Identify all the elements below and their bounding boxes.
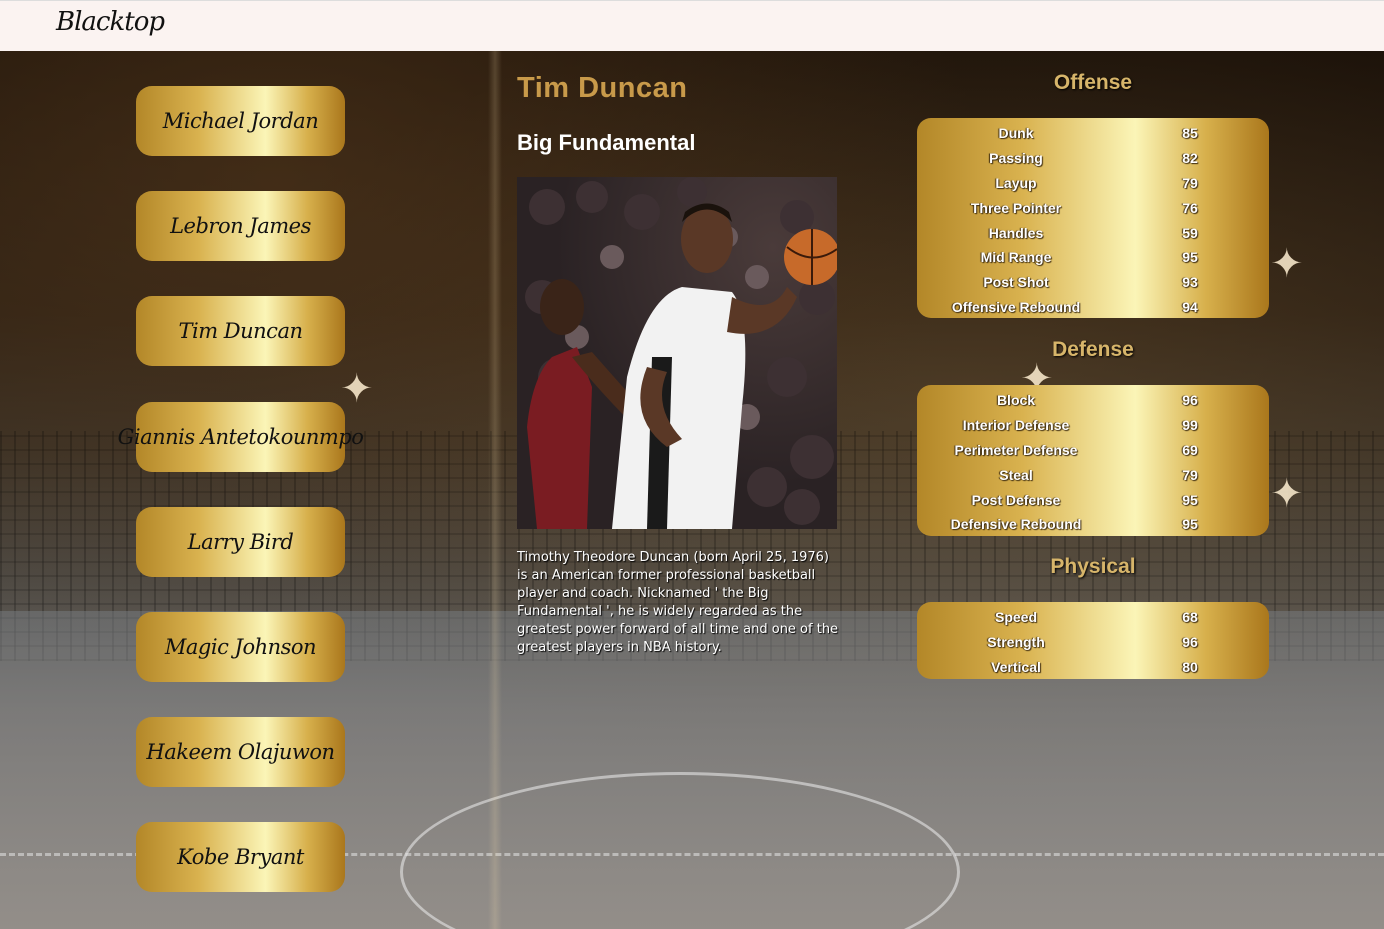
stat-row: Offensive Rebound 94 xyxy=(917,296,1269,321)
stat-row: Strength 96 xyxy=(917,631,1269,656)
player-button-giannis-antetokounmpo[interactable]: Giannis Antetokounmpo xyxy=(118,402,364,472)
player-photo xyxy=(517,177,837,529)
player-photo-illustration xyxy=(525,177,837,529)
stat-row: Defensive Rebound 95 xyxy=(917,513,1269,538)
stat-value: 96 xyxy=(1182,392,1198,408)
stat-name: Layup xyxy=(995,174,1037,191)
stat-row: Mid Range 95 xyxy=(917,246,1269,271)
stat-name: Strength xyxy=(987,633,1045,650)
stat-row: Steal 79 xyxy=(917,464,1269,489)
player-button-michael-jordan[interactable]: Michael Jordan xyxy=(136,86,345,156)
stat-row: Three Pointer 76 xyxy=(917,197,1269,222)
stat-value: 82 xyxy=(1182,149,1198,166)
stat-value: 96 xyxy=(1182,633,1198,650)
stat-row: Block 96 xyxy=(917,389,1269,414)
stat-name: Block xyxy=(996,392,1036,408)
stat-row: Perimeter Defense 69 xyxy=(917,439,1269,464)
stat-value: 80 xyxy=(1182,658,1198,675)
stat-value: 95 xyxy=(1182,249,1198,266)
stat-row: Interior Defense 99 xyxy=(917,414,1269,439)
stat-name: Three Pointer xyxy=(970,199,1062,216)
stat-name: Handles xyxy=(988,224,1044,241)
player-bio: Timothy Theodore Duncan (born April 25, … xyxy=(517,550,839,655)
stat-name: Speed xyxy=(994,609,1037,625)
player-button-magic-johnson[interactable]: Magic Johnson xyxy=(136,612,345,682)
stat-name: Post Defense xyxy=(971,491,1061,508)
stat-value: 69 xyxy=(1182,441,1198,458)
column-divider xyxy=(488,51,502,929)
defense-stats-panel: Block 96 Interior Defense 99 Perimeter Def… xyxy=(917,385,1269,536)
stat-value: 95 xyxy=(1182,516,1198,533)
stat-row: Post Defense 95 xyxy=(917,489,1269,514)
stat-name: Interior Defense xyxy=(962,416,1070,433)
stat-row: Layup 79 xyxy=(917,172,1269,197)
player-name-heading: Tim Duncan xyxy=(517,72,688,104)
offense-section-title: Offense xyxy=(1053,71,1133,94)
light-sparkle-icon: ✦ xyxy=(1270,471,1304,517)
stat-row: Handles 59 xyxy=(917,222,1269,247)
offense-stats-panel: Dunk 85 Passing 82 Layup 79 Three Pointer 76… xyxy=(917,118,1269,318)
stat-value: 95 xyxy=(1182,491,1198,508)
stat-name: Dunk xyxy=(998,125,1034,141)
stat-value: 85 xyxy=(1182,125,1198,141)
player-button-kobe-bryant[interactable]: Kobe Bryant xyxy=(136,822,345,892)
player-button-hakeem-olajuwon[interactable]: Hakeem Olajuwon xyxy=(136,717,345,787)
stat-name: Defensive Rebound xyxy=(950,516,1082,533)
stat-name: Offensive Rebound xyxy=(951,299,1081,316)
brand-logo[interactable]: Blacktop xyxy=(56,7,165,37)
light-sparkle-icon: ✦ xyxy=(1270,241,1304,287)
stat-value: 79 xyxy=(1182,174,1198,191)
stat-value: 93 xyxy=(1182,274,1198,291)
defense-section-title: Defense xyxy=(1052,338,1134,361)
player-button-tim-duncan[interactable]: Tim Duncan xyxy=(136,296,345,366)
player-button-larry-bird[interactable]: Larry Bird xyxy=(136,507,345,577)
stat-row: Dunk 85 xyxy=(917,122,1269,147)
player-nickname: Big Fundamental xyxy=(517,130,696,155)
stat-value: 99 xyxy=(1182,416,1198,433)
stat-name: Vertical xyxy=(991,658,1041,675)
stat-value: 59 xyxy=(1182,224,1198,241)
stat-name: Post Shot xyxy=(983,274,1049,291)
stat-name: Steal xyxy=(999,466,1033,483)
stat-name: Perimeter Defense xyxy=(954,441,1078,458)
stat-row: Post Shot 93 xyxy=(917,271,1269,296)
stat-row: Passing 82 xyxy=(917,147,1269,172)
stat-value: 94 xyxy=(1182,299,1198,316)
stat-value: 68 xyxy=(1182,609,1198,625)
stat-value: 76 xyxy=(1182,199,1198,216)
stat-row: Speed 68 xyxy=(917,606,1269,631)
physical-stats-panel: Speed 68 Strength 96 Vertical 80 xyxy=(917,602,1269,679)
stat-name: Passing xyxy=(989,149,1043,166)
stat-row: Vertical 80 xyxy=(917,656,1269,681)
stat-value: 79 xyxy=(1182,466,1198,483)
physical-section-title: Physical xyxy=(1050,555,1136,578)
stat-name: Mid Range xyxy=(980,249,1052,266)
light-sparkle-icon: ✦ xyxy=(340,366,374,412)
player-button-lebron-james[interactable]: Lebron James xyxy=(136,191,345,261)
top-navbar: Blacktop xyxy=(0,0,1384,51)
